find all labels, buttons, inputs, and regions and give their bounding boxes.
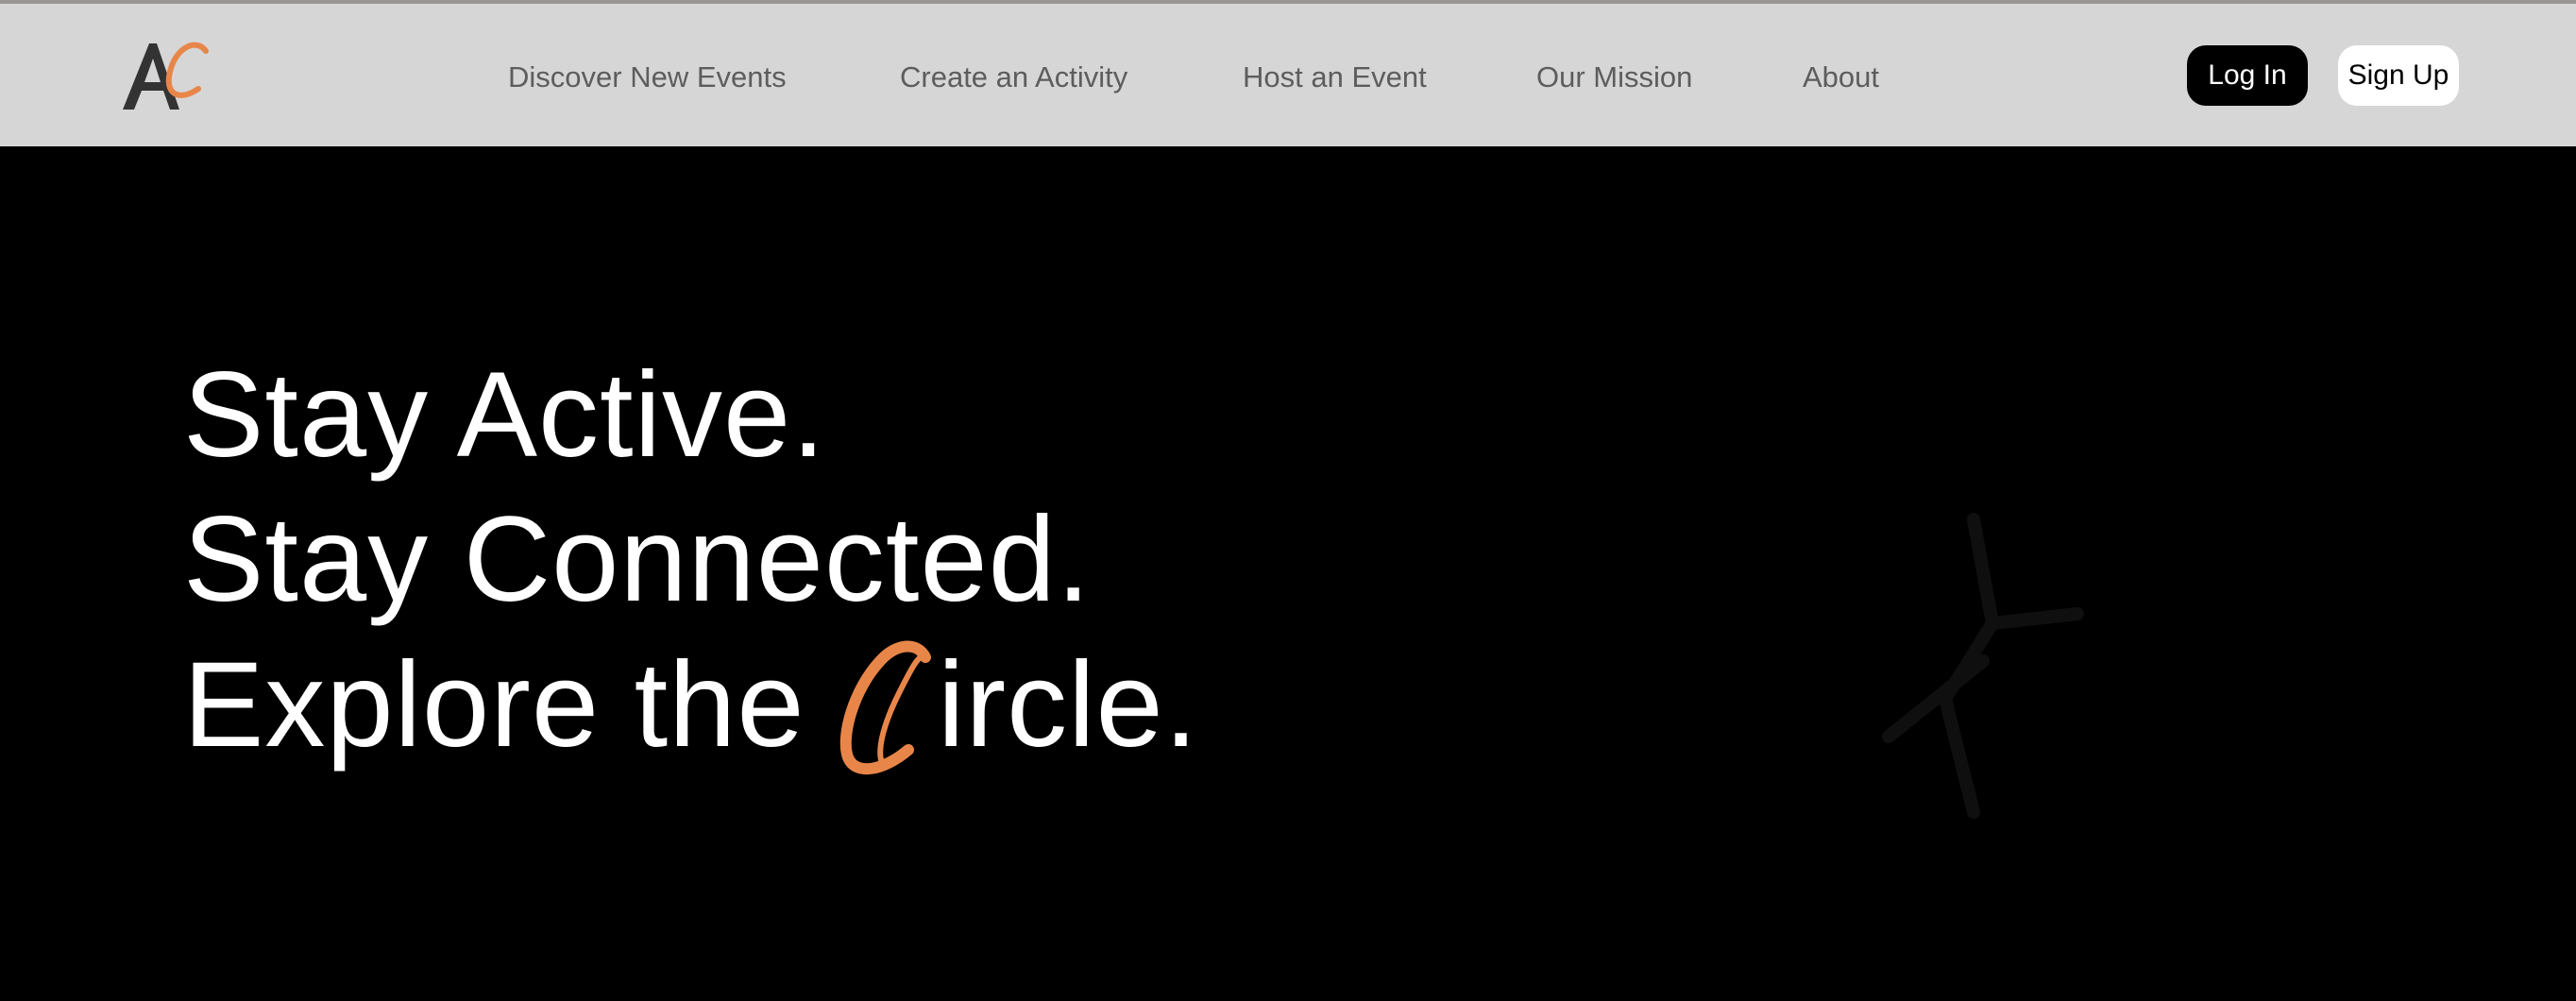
nav-about[interactable]: About bbox=[1803, 57, 1879, 98]
log-in-button[interactable]: Log In bbox=[2187, 45, 2308, 106]
script-c-icon bbox=[822, 500, 935, 793]
sign-up-button[interactable]: Sign Up bbox=[2338, 45, 2459, 106]
nav-our-mission[interactable]: Our Mission bbox=[1536, 57, 1692, 98]
nav-discover-new-events[interactable]: Discover New Events bbox=[508, 57, 787, 98]
nav-host-an-event[interactable]: Host an Event bbox=[1243, 57, 1427, 98]
hero-line-3-prefix: Explore the bbox=[183, 637, 805, 772]
hero-line-2: Stay Connected. bbox=[183, 492, 1092, 627]
hero-line-1: Stay Active. bbox=[183, 348, 826, 483]
decorative-figure bbox=[1832, 510, 2134, 869]
hero-line-3-suffix: ircle. bbox=[938, 637, 1199, 772]
nav-create-an-activity[interactable]: Create an Activity bbox=[900, 57, 1127, 98]
site-header: Discover New Events Create an Activity H… bbox=[0, 4, 2576, 146]
